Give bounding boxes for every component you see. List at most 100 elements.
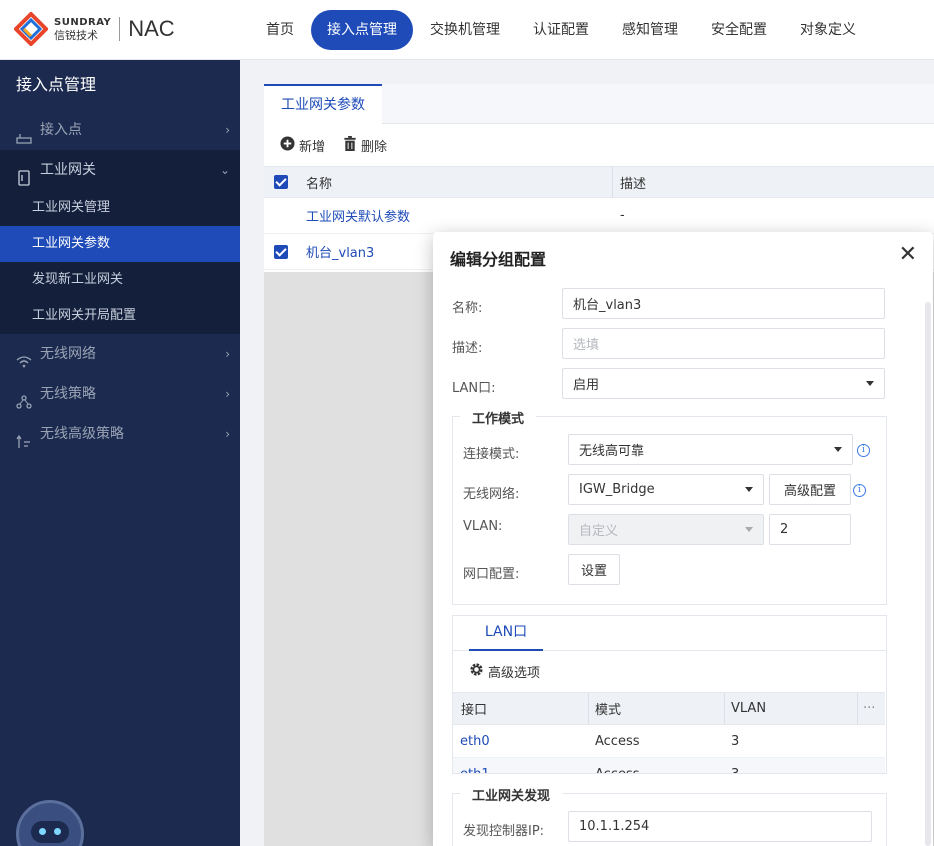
conn-mode-value: 无线高可靠 <box>579 444 645 459</box>
sidebar-subitem-gateway-params[interactable]: 工业网关参数 <box>0 226 240 262</box>
nav-switch-mgmt[interactable]: 交换机管理 <box>414 10 516 50</box>
edit-group-dialog: 编辑分组配置 ✕ 名称: 机台_vlan3 描述: 选填 LAN口: 启用 工作… <box>433 232 933 846</box>
row-name-link[interactable]: 工业网关默认参数 <box>306 198 410 233</box>
lan-tab-bar: LAN口 <box>452 615 887 651</box>
caret-down-icon <box>866 381 874 386</box>
conn-mode-label: 连接模式: <box>463 447 520 462</box>
wlan-select[interactable]: IGW_Bridge <box>568 474 764 505</box>
nav-perception-mgmt[interactable]: 感知管理 <box>606 10 694 50</box>
delete-button[interactable]: 删除 <box>343 135 387 155</box>
tab-gateway-params[interactable]: 工业网关参数 <box>264 84 382 125</box>
nav-auth-config[interactable]: 认证配置 <box>517 10 605 50</box>
add-button[interactable]: 新增 <box>280 135 326 155</box>
chevron-down-icon: ⌄ <box>219 163 230 177</box>
sidebar-item-wireless-policy[interactable]: 无线策略 › <box>0 374 240 414</box>
info-icon[interactable]: i <box>853 484 866 497</box>
sidebar-item-label: 无线策略 <box>40 386 96 402</box>
desc-label: 描述: <box>452 341 483 356</box>
info-icon[interactable]: i <box>857 444 870 457</box>
chevron-right-icon: › <box>225 427 230 441</box>
gear-icon <box>469 662 484 681</box>
conn-mode-select[interactable]: 无线高可靠 <box>568 434 853 465</box>
column-header-mode[interactable]: 模式 <box>595 693 621 724</box>
caret-down-icon <box>745 527 753 532</box>
row-checkbox[interactable] <box>274 244 288 259</box>
port-settings-button[interactable]: 设置 <box>568 554 620 585</box>
vlan-mode-value: 自定义 <box>579 524 619 539</box>
top-header: SUNDRAY 信锐技术 NAC 首页 接入点管理 交换机管理 认证配置 感知管… <box>0 0 934 60</box>
lan-select-value: 启用 <box>573 378 600 393</box>
iface-link[interactable]: eth1 <box>460 758 490 774</box>
name-field[interactable]: 机台_vlan3 <box>562 288 885 319</box>
advanced-options-button[interactable]: 高级选项 <box>453 651 886 691</box>
sidebar-subitem-gateway-mgmt[interactable]: 工业网关管理 <box>0 190 240 226</box>
nav-object-definition[interactable]: 对象定义 <box>784 10 872 50</box>
lan-table-header: 接口 模式 VLAN ··· <box>453 692 885 725</box>
lan-label: LAN口: <box>452 381 496 396</box>
sidebar-item-label: 接入点 <box>40 122 82 138</box>
add-label: 新增 <box>299 139 326 155</box>
column-header-vlan[interactable]: VLAN <box>731 693 766 724</box>
row-name-link[interactable]: 机台_vlan3 <box>306 234 374 269</box>
caret-down-icon <box>745 487 753 492</box>
lan-port-panel: 高级选项 接口 模式 VLAN ··· eth0 Access 3 eth1 A… <box>452 651 887 774</box>
row-desc: - <box>620 208 625 223</box>
name-label: 名称: <box>452 301 483 316</box>
wlan-value: IGW_Bridge <box>579 482 655 497</box>
select-all-checkbox[interactable] <box>274 175 288 189</box>
column-header-desc[interactable]: 描述 <box>620 167 646 197</box>
controller-ip-label: 发现控制器IP: <box>463 824 545 839</box>
table-row[interactable]: eth1 Access 3 <box>453 758 885 774</box>
sidebar-item-industrial-gateway[interactable]: 工业网关 ⌄ <box>0 150 240 190</box>
nav-access-point-mgmt[interactable]: 接入点管理 <box>311 10 413 50</box>
wifi-icon <box>16 346 32 368</box>
tab-bar: 工业网关参数 <box>264 84 934 125</box>
logo-divider <box>119 17 121 41</box>
column-menu-icon[interactable]: ··· <box>863 693 875 724</box>
column-header-name[interactable]: 名称 <box>306 167 332 197</box>
iface-mode: Access <box>595 766 640 774</box>
sidebar-item-access-point[interactable]: 接入点 › <box>0 110 240 150</box>
table-row[interactable]: eth0 Access 3 <box>453 725 885 758</box>
vlan-id-field[interactable]: 2 <box>769 514 851 545</box>
chevron-right-icon: › <box>225 347 230 361</box>
sidebar-title: 接入点管理 <box>16 75 97 94</box>
policy-icon <box>16 386 32 409</box>
iface-mode: Access <box>595 733 640 749</box>
nav-security-config[interactable]: 安全配置 <box>695 10 783 50</box>
table-row[interactable]: 工业网关默认参数 - <box>264 198 934 234</box>
iface-vlan: 3 <box>731 766 740 774</box>
nav-home[interactable]: 首页 <box>250 10 310 50</box>
iface-link[interactable]: eth0 <box>460 725 490 757</box>
sidebar-item-label: 无线高级策略 <box>40 426 124 442</box>
controller-ip-field[interactable]: 10.1.1.254 <box>568 811 872 842</box>
table-header: 名称 描述 <box>264 166 934 198</box>
sidebar-subitem-gateway-provision[interactable]: 工业网关开局配置 <box>0 298 240 334</box>
brand-name-en: SUNDRAY <box>54 17 112 28</box>
sidebar-subitem-discover-gateway[interactable]: 发现新工业网关 <box>0 262 240 298</box>
wlan-label: 无线网络: <box>463 487 520 502</box>
iface-vlan: 3 <box>731 733 740 749</box>
gateway-discovery-legend: 工业网关发现 <box>460 785 563 804</box>
router-icon <box>16 122 32 144</box>
vlan-label: VLAN: <box>463 519 503 534</box>
advanced-config-button[interactable]: 高级配置 <box>769 474 851 505</box>
logo-mark-icon <box>13 11 49 47</box>
lan-select[interactable]: 启用 <box>562 368 885 399</box>
plus-circle-icon <box>280 135 295 155</box>
advanced-options-label: 高级选项 <box>488 665 541 681</box>
sidebar-item-wireless-advanced-policy[interactable]: 无线高级策略 › <box>0 414 240 454</box>
work-mode-legend: 工作模式 <box>460 408 537 427</box>
trash-icon <box>343 135 357 155</box>
assistant-avatar[interactable] <box>16 800 84 846</box>
brand-logo[interactable]: SUNDRAY 信锐技术 NAC <box>13 11 175 47</box>
brand-name-cn: 信锐技术 <box>54 29 98 42</box>
desc-field[interactable]: 选填 <box>562 328 885 359</box>
dialog-scrollbar[interactable] <box>925 302 931 846</box>
column-header-iface[interactable]: 接口 <box>461 693 487 724</box>
tab-lan-port[interactable]: LAN口 <box>469 616 543 651</box>
sidebar-item-label: 无线网络 <box>40 346 96 362</box>
chevron-right-icon: › <box>225 123 230 137</box>
sidebar-item-wireless-network[interactable]: 无线网络 › <box>0 334 240 374</box>
close-icon[interactable]: ✕ <box>899 242 917 267</box>
